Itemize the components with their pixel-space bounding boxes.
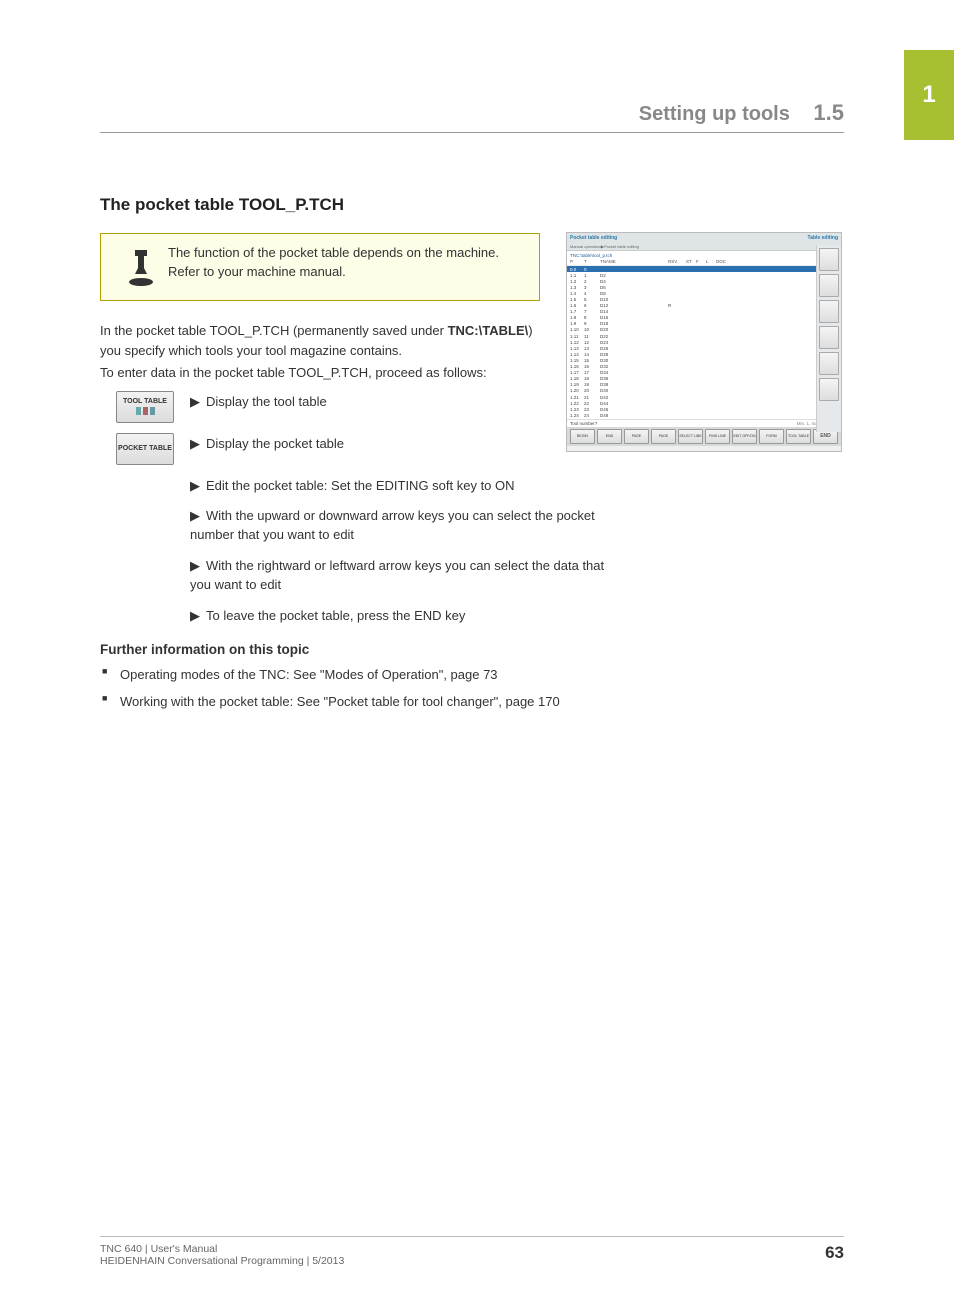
sc-column-headers: P T TNAME RSV ST F L DOC [567, 258, 841, 266]
footer-line2: HEIDENHAIN Conversational Programming | … [100, 1255, 344, 1267]
page-footer: TNC 640 | User's Manual HEIDENHAIN Conve… [100, 1236, 844, 1267]
step-4: ▶With the upward or downward arrow keys … [190, 505, 610, 545]
sc-side-btn[interactable] [819, 300, 839, 323]
sc-softkey[interactable]: FORM [759, 429, 784, 444]
sc-softkey[interactable]: BEGIN [570, 429, 595, 444]
softkey-tool-table[interactable]: TOOL TABLE [116, 391, 174, 423]
header-section: 1.5 [813, 100, 844, 125]
note-box: The function of the pocket table depends… [100, 233, 540, 301]
step-2: ▶Display the pocket table [190, 433, 610, 454]
page-number: 63 [825, 1243, 844, 1267]
sc-subtitle: Manual operation▶Pocket table editing [567, 243, 841, 251]
sc-softkey[interactable]: TOOL TABLE [786, 429, 811, 444]
sc-softkey[interactable]: SELECT LINE [678, 429, 703, 444]
paragraph-2: To enter data in the pocket table TOOL_P… [100, 363, 545, 383]
sc-softkey[interactable]: PAGE [624, 429, 649, 444]
screenshot-pocket-table: Pocket table editing Table editing Manua… [566, 232, 842, 452]
further-heading: Further information on this topic [100, 642, 840, 657]
step-3: ▶Edit the pocket table: Set the EDITING … [190, 475, 610, 496]
sc-title-left: Pocket table editing [570, 235, 768, 241]
sc-softkey[interactable]: PAGE [651, 429, 676, 444]
step-1: ▶Display the tool table [190, 391, 610, 412]
sc-softkey[interactable]: END [597, 429, 622, 444]
softkey-pocket-table[interactable]: POCKET TABLE [116, 433, 174, 465]
subheading: The pocket table TOOL_P.TCH [100, 195, 840, 215]
sc-title-right: Table editing [768, 235, 838, 241]
step-6: ▶To leave the pocket table, press the EN… [190, 605, 610, 626]
header-title: Setting up tools [639, 103, 790, 125]
further-item-1: Operating modes of the TNC: See "Modes o… [100, 665, 560, 685]
note-text: The function of the pocket table depends… [168, 244, 525, 282]
step-5: ▶With the rightward or leftward arrow ke… [190, 555, 610, 595]
sc-side-btn[interactable] [819, 352, 839, 375]
sc-file: TNC:\table\tool_p.tch [567, 251, 841, 258]
table-row[interactable]: 1.2525D50 [567, 418, 841, 419]
further-item-2: Working with the pocket table: See "Pock… [100, 692, 560, 712]
machine-icon [113, 244, 168, 288]
chapter-tab: 1 [904, 50, 954, 140]
sc-side-btn[interactable] [819, 378, 839, 401]
sc-side-btn[interactable] [819, 248, 839, 271]
paragraph-1: In the pocket table TOOL_P.TCH (permanen… [100, 321, 545, 360]
page-header: Setting up tools 1.5 [100, 100, 844, 133]
sc-softkey[interactable]: EDIT OFF/ON [732, 429, 757, 444]
footer-line1: TNC 640 | User's Manual [100, 1243, 344, 1255]
sc-softkey[interactable]: FIND LINE [705, 429, 730, 444]
sc-side-btn[interactable] [819, 274, 839, 297]
sc-side-btn[interactable] [819, 326, 839, 349]
sc-tool-number-label: Tool number? [570, 421, 597, 426]
